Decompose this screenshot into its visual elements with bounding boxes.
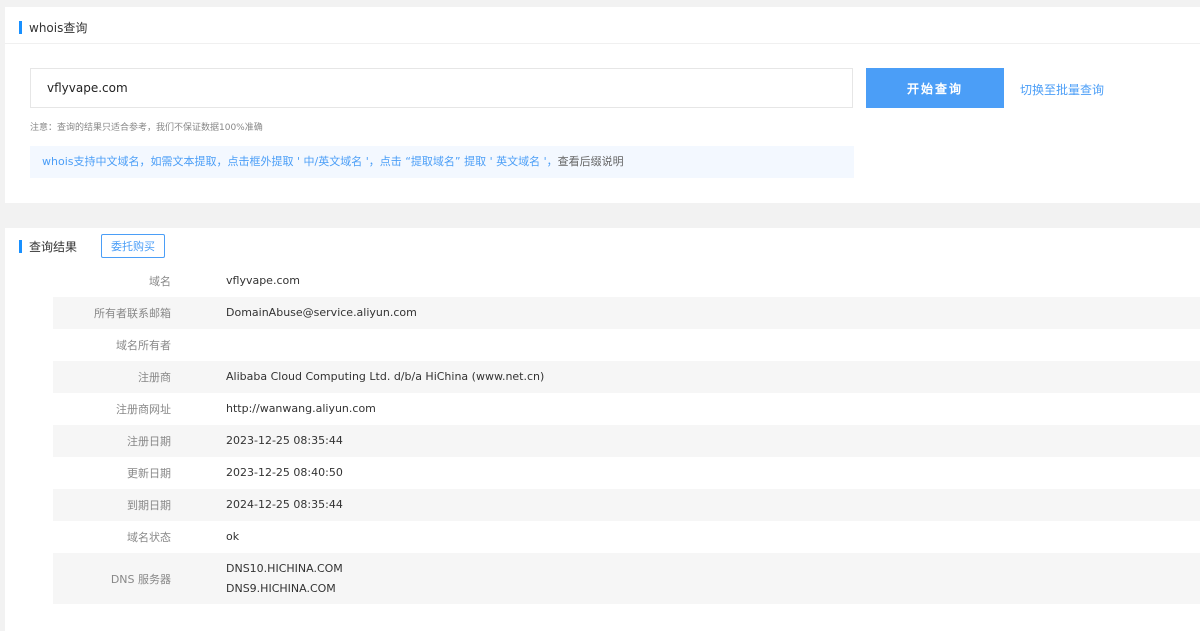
row-label: 更新日期 [127,467,171,480]
row-label: 所有者联系邮箱 [94,307,171,320]
suffix-help-link[interactable]: 查看后缀说明 [558,155,624,168]
results-section-header: 查询结果 委托购买 [19,234,166,258]
row-label: 域名状态 [127,531,171,544]
row-label: 到期日期 [127,499,171,512]
whois-section-header: whois查询 [19,19,87,36]
table-row: 到期日期 2024-12-25 08:35:44 [53,489,1200,521]
row-label: 注册商网址 [116,403,171,416]
table-row: 注册商 Alibaba Cloud Computing Ltd. d/b/a H… [53,361,1200,393]
section-divider [5,43,1200,44]
dns-row: DNS 服务器 DNS10.HICHINA.COM DNS9.HICHINA.C… [53,553,1200,604]
row-value: vflyvape.com [226,274,300,287]
dns-server-list: DNS10.HICHINA.COM DNS9.HICHINA.COM [226,559,343,599]
domain-search-input[interactable] [30,68,853,108]
consign-purchase-button[interactable]: 委托购买 [101,234,166,258]
whois-section-title: whois查询 [29,21,88,35]
row-value: 2023-12-25 08:35:44 [226,434,343,447]
table-row: 域名所有者 [53,329,1200,361]
row-label: 注册日期 [127,435,171,448]
whois-results-table: 域名 vflyvape.com 所有者联系邮箱 DomainAbuse@serv… [53,265,1200,604]
row-value: 2023-12-25 08:40:50 [226,466,343,479]
row-label: 域名所有者 [116,339,171,352]
table-row: 更新日期 2023-12-25 08:40:50 [53,457,1200,489]
row-label: 域名 [149,275,171,288]
tip-text: whois支持中文域名，如需文本提取，点击框外提取 ' 中/英文域名 '，点击 … [42,155,558,168]
table-row: 注册商网址 http://wanwang.aliyun.com [53,393,1200,425]
disclaimer-note: 注意：查询的结果只适合参考，我们不保证数据100%准确 [30,123,263,133]
row-value: 2024-12-25 08:35:44 [226,498,343,511]
row-value: DomainAbuse@service.aliyun.com [226,306,417,319]
results-panel: 查询结果 委托购买 域名 vflyvape.com 所有者联系邮箱 Domain… [5,228,1200,631]
dns-server: DNS9.HICHINA.COM [226,581,336,595]
row-label: DNS 服务器 [110,572,171,586]
row-label: 注册商 [138,371,171,384]
row-value: ok [226,530,240,543]
section-accent-bar [19,21,22,34]
dns-server: DNS10.HICHINA.COM [226,561,343,575]
whois-tip-box: whois支持中文域名，如需文本提取，点击框外提取 ' 中/英文域名 '，点击 … [30,146,854,178]
table-row: 域名 vflyvape.com [53,265,1200,297]
row-value: http://wanwang.aliyun.com [226,402,376,415]
table-row: 所有者联系邮箱 DomainAbuse@service.aliyun.com [53,297,1200,329]
results-section-title: 查询结果 [29,239,78,254]
section-accent-bar [19,239,22,253]
table-row: 域名状态 ok [53,521,1200,553]
whois-query-panel: whois查询 开始查询 切换至批量查询 注意：查询的结果只适合参考，我们不保证… [5,7,1200,203]
switch-batch-query-link[interactable]: 切换至批量查询 [1020,81,1104,98]
table-row: 注册日期 2023-12-25 08:35:44 [53,425,1200,457]
row-value: Alibaba Cloud Computing Ltd. d/b/a HiChi… [226,370,545,383]
start-query-button[interactable]: 开始查询 [866,68,1004,108]
